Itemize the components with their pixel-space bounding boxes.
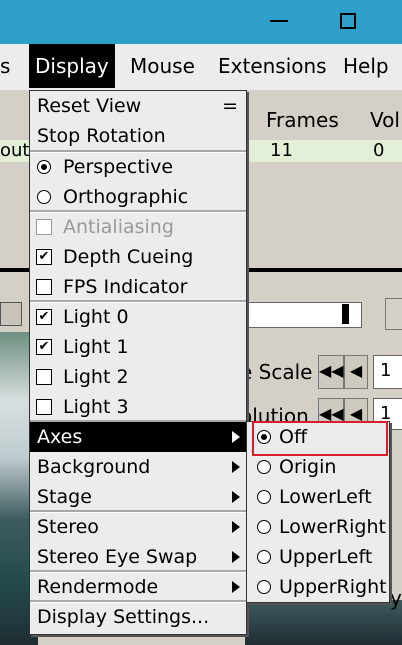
radio-selected-icon xyxy=(37,160,51,174)
menu-item-stereo-eye-swap[interactable]: Stereo Eye Swap xyxy=(30,542,246,572)
menu-display[interactable]: Display xyxy=(29,44,115,88)
menu-item-label: Orthographic xyxy=(63,186,189,208)
menu-item-label: Stereo xyxy=(37,516,99,538)
axes-option-lowerright[interactable]: LowerRight xyxy=(247,512,389,542)
radio-unselected-icon xyxy=(257,490,271,504)
submenu-arrow-icon xyxy=(232,431,240,443)
fast-rewind-icon[interactable]: ◀◀ xyxy=(318,355,344,389)
menu-item-label: FPS Indicator xyxy=(63,276,188,298)
menu-item-rendermode[interactable]: Rendermode xyxy=(30,572,246,602)
menu-item-light-1[interactable]: ✔ Light 1 xyxy=(30,332,246,362)
checkbox-unchecked-icon xyxy=(36,369,52,385)
step-back-icon[interactable]: ◀ xyxy=(344,355,368,389)
frame-slider-handle[interactable] xyxy=(342,304,349,324)
menu-item-label: Reset View xyxy=(37,95,142,117)
menu-item-label: UpperLeft xyxy=(279,546,373,568)
submenu-arrow-icon xyxy=(232,521,240,533)
vol-cell: 0 xyxy=(373,140,385,161)
shortcut-label: = xyxy=(222,95,238,117)
menu-item-label: UpperRight xyxy=(279,576,387,598)
submenu-arrow-icon xyxy=(232,551,240,563)
display-menu: Reset View = Stop Rotation Perspective O… xyxy=(29,90,247,635)
checkbox-disabled-icon xyxy=(36,219,52,235)
axes-option-upperleft[interactable]: UpperLeft xyxy=(247,542,389,572)
menu-item-fps-indicator[interactable]: FPS Indicator xyxy=(30,272,246,302)
menu-item-label: LowerLeft xyxy=(279,486,372,508)
menu-item-stage[interactable]: Stage xyxy=(30,482,246,512)
maximize-icon[interactable] xyxy=(340,13,356,29)
checkbox-checked-icon: ✔ xyxy=(36,309,52,325)
menu-item-label: Origin xyxy=(279,456,337,478)
menu-item-perspective[interactable]: Perspective xyxy=(30,152,246,182)
selection-highlight-box xyxy=(252,421,388,456)
menu-item-label: Antialiasing xyxy=(63,216,174,238)
column-header-frames[interactable]: Frames xyxy=(266,108,339,132)
checkbox-unchecked-icon xyxy=(36,279,52,295)
menu-item-label: Rendermode xyxy=(37,576,159,598)
menu-item-background[interactable]: Background xyxy=(30,452,246,482)
axes-option-origin[interactable]: Origin xyxy=(247,452,389,482)
menu-help[interactable]: Help xyxy=(337,44,395,88)
menu-item-reset-view[interactable]: Reset View = xyxy=(30,91,246,121)
checkbox-checked-icon: ✔ xyxy=(36,249,52,265)
menu-file-partial[interactable]: s xyxy=(0,44,16,88)
menu-mouse[interactable]: Mouse xyxy=(124,44,201,88)
menu-item-display-settings[interactable]: Display Settings... xyxy=(30,602,246,632)
menu-item-label: LowerRight xyxy=(279,516,386,538)
menu-item-axes[interactable]: Axes xyxy=(30,422,246,452)
menu-item-label: Stereo Eye Swap xyxy=(37,546,198,568)
radio-unselected-icon xyxy=(257,460,271,474)
menu-item-label: Light 1 xyxy=(63,336,129,358)
radio-unselected-icon xyxy=(37,190,51,204)
menu-item-label: Axes xyxy=(37,426,83,448)
menu-item-antialiasing: Antialiasing xyxy=(30,212,246,242)
submenu-arrow-icon xyxy=(232,491,240,503)
scale-label: e Scale xyxy=(240,360,313,384)
menu-item-light-2[interactable]: Light 2 xyxy=(30,362,246,392)
menu-item-light-3[interactable]: Light 3 xyxy=(30,392,246,422)
submenu-arrow-icon xyxy=(232,461,240,473)
menu-item-label: Stage xyxy=(37,486,92,508)
submenu-arrow-icon xyxy=(232,581,240,593)
menu-item-label: Depth Cueing xyxy=(63,246,194,268)
radio-unselected-icon xyxy=(257,580,271,594)
menu-item-stop-rotation[interactable]: Stop Rotation xyxy=(30,121,246,151)
checkbox-checked-icon: ✔ xyxy=(36,339,52,355)
minimize-icon[interactable] xyxy=(270,20,288,22)
menu-item-stereo[interactable]: Stereo xyxy=(30,512,246,542)
axes-option-lowerleft[interactable]: LowerLeft xyxy=(247,482,389,512)
menu-item-label: Light 0 xyxy=(63,306,129,328)
partial-label: y xyxy=(390,586,402,610)
axes-option-upperright[interactable]: UpperRight xyxy=(247,572,389,602)
menu-item-label: Perspective xyxy=(63,156,174,178)
menu-item-label: Stop Rotation xyxy=(37,125,166,147)
menu-item-orthographic[interactable]: Orthographic xyxy=(30,182,246,212)
menu-extensions[interactable]: Extensions xyxy=(212,44,333,88)
menu-item-label: Display Settings... xyxy=(37,606,210,628)
menu-item-label: Background xyxy=(37,456,151,478)
column-header-vol[interactable]: Vol xyxy=(370,108,400,132)
menu-item-label: Light 2 xyxy=(63,366,129,388)
menu-item-light-0[interactable]: ✔ Light 0 xyxy=(30,302,246,332)
checkbox-unchecked-icon xyxy=(36,399,52,415)
desktop-background xyxy=(245,600,402,645)
frames-cell: 11 xyxy=(270,140,293,161)
menu-item-label: Light 3 xyxy=(63,396,129,418)
dropdown-arrow-icon[interactable] xyxy=(0,302,22,326)
radio-unselected-icon xyxy=(257,550,271,564)
step-button[interactable] xyxy=(385,298,402,330)
menu-bar: s Display Mouse Extensions Help xyxy=(0,44,402,91)
radio-unselected-icon xyxy=(257,520,271,534)
menu-item-depth-cueing[interactable]: ✔ Depth Cueing xyxy=(30,242,246,272)
scale-field[interactable]: 1 xyxy=(373,355,402,389)
